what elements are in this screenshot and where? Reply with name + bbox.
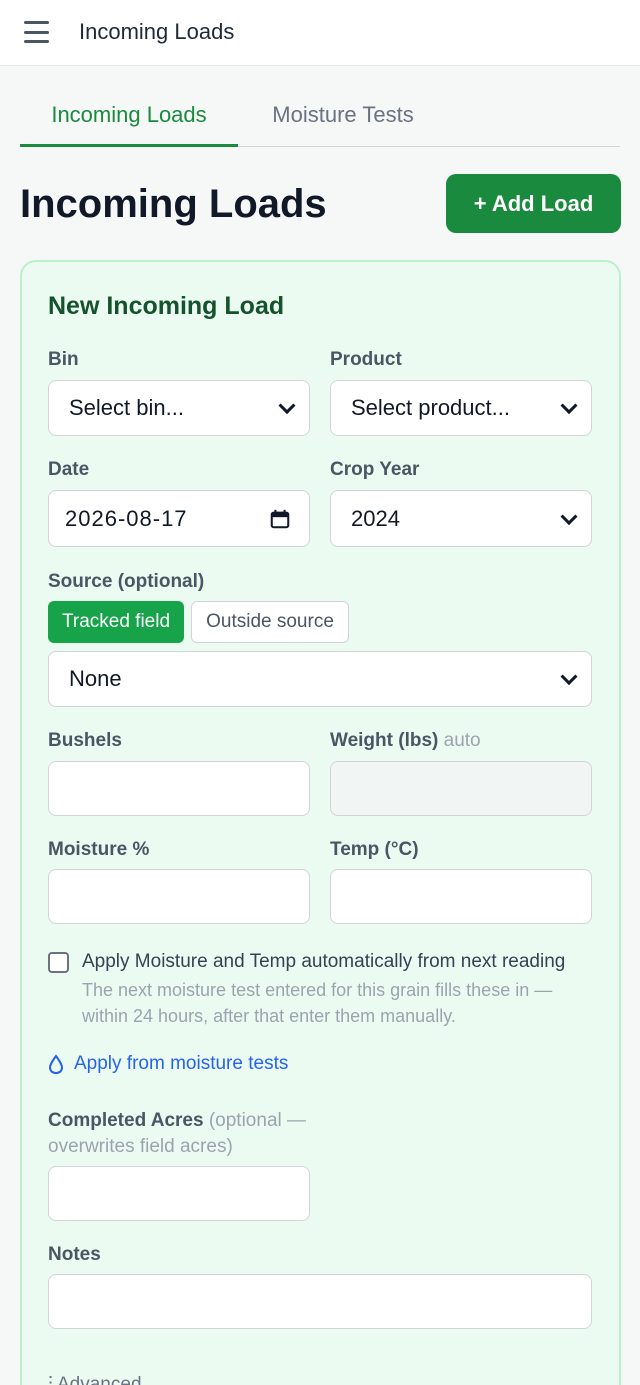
- source-outside-button[interactable]: Outside source: [191, 601, 349, 643]
- chevron-down-icon: [560, 507, 578, 525]
- tab-bar: Incoming Loads Moisture Tests: [20, 96, 620, 147]
- completed-acres-label: Completed Acres (optional — overwrites f…: [48, 1108, 328, 1160]
- moisture-input[interactable]: [48, 869, 310, 924]
- bushels-input[interactable]: [48, 761, 310, 816]
- crop-year-value: 2024: [351, 505, 400, 531]
- apply-from-moisture-tests-link[interactable]: Apply from moisture tests: [48, 1053, 288, 1075]
- date-input[interactable]: 2026-08-17: [48, 490, 310, 547]
- notes-label: Notes: [48, 1244, 101, 1265]
- add-load-button[interactable]: + Add Load: [446, 174, 621, 233]
- completed-acres-label-text: Completed Acres: [48, 1110, 204, 1131]
- product-label: Product: [330, 349, 402, 370]
- auto-apply-help: The next moisture test entered for this …: [82, 980, 553, 1026]
- form-title: New Incoming Load: [48, 292, 285, 320]
- chevron-down-icon: [560, 397, 578, 415]
- chevron-down-icon: [278, 397, 296, 415]
- weight-auto-hint: auto: [443, 730, 481, 751]
- temp-label: Temp (°C): [330, 839, 419, 860]
- bin-label: Bin: [48, 349, 79, 370]
- notes-input[interactable]: [48, 1274, 592, 1329]
- completed-acres-input[interactable]: [48, 1166, 310, 1221]
- calendar-icon[interactable]: [269, 508, 291, 530]
- weight-label-text: Weight (lbs): [330, 730, 439, 751]
- page-title: Incoming Loads: [20, 182, 327, 226]
- product-select[interactable]: Select product...: [330, 380, 592, 436]
- apply-link-text: Apply from moisture tests: [74, 1053, 289, 1074]
- tab-moisture-tests[interactable]: Moisture Tests: [238, 96, 448, 147]
- weight-label: Weight (lbs) auto: [330, 730, 481, 752]
- date-label: Date: [48, 459, 90, 480]
- top-bar: Incoming Loads: [0, 0, 640, 66]
- crop-year-label: Crop Year: [330, 459, 420, 480]
- bin-select-value: Select bin...: [69, 395, 184, 420]
- tab-incoming-loads[interactable]: Incoming Loads: [20, 96, 238, 147]
- advanced-toggle[interactable]: ⫶ Advanced: [48, 1374, 142, 1385]
- weight-input: [330, 761, 592, 816]
- app-title: Incoming Loads: [79, 19, 235, 44]
- temp-input[interactable]: [330, 869, 592, 924]
- moisture-label: Moisture %: [48, 839, 150, 860]
- chevron-down-icon: [560, 668, 578, 686]
- product-select-value: Select product...: [351, 395, 510, 420]
- auto-apply-checkbox[interactable]: [48, 952, 69, 973]
- bin-select[interactable]: Select bin...: [48, 380, 310, 436]
- auto-apply-label[interactable]: Apply Moisture and Temp automatically fr…: [82, 951, 565, 973]
- date-value: 2026-08-17: [65, 505, 188, 531]
- crop-year-select[interactable]: 2024: [330, 490, 592, 547]
- droplet-icon: [48, 1054, 64, 1074]
- source-tracked-field-button[interactable]: Tracked field: [48, 601, 184, 643]
- source-field-value: None: [69, 666, 122, 691]
- source-field-select[interactable]: None: [48, 651, 592, 707]
- hamburger-menu-icon[interactable]: [24, 21, 49, 43]
- advanced-label: Advanced: [57, 1374, 142, 1385]
- sliders-icon: ⫶: [48, 1374, 53, 1385]
- source-label: Source (optional): [48, 571, 205, 592]
- bushels-label: Bushels: [48, 730, 122, 751]
